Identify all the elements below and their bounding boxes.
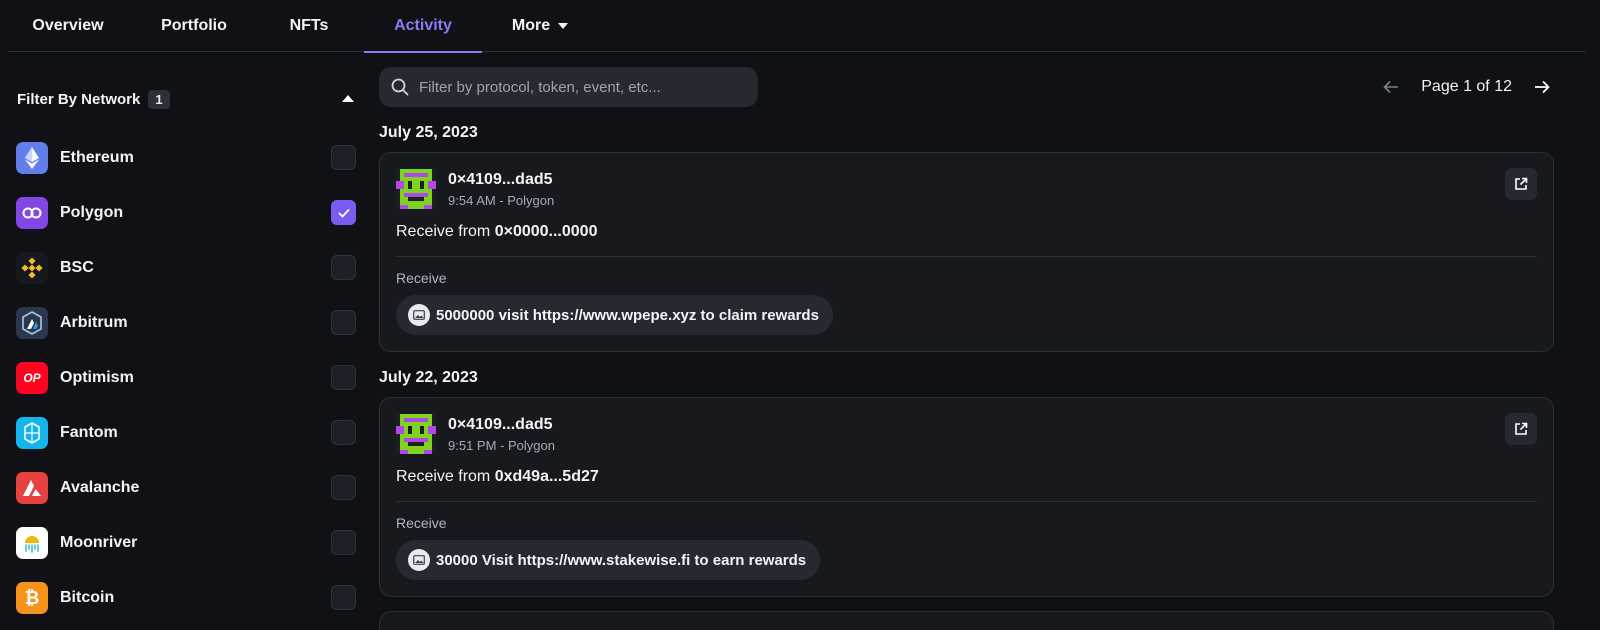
- network-label: Fantom: [60, 424, 118, 441]
- search-input[interactable]: [419, 78, 739, 96]
- network-checkbox[interactable]: [331, 365, 356, 390]
- token-pill[interactable]: 5000000 visit https://www.wpepe.xyz to c…: [396, 295, 833, 335]
- sender-address[interactable]: 0×0000...0000: [495, 223, 598, 240]
- search-icon: [391, 78, 409, 96]
- activity-card: 0×4109...dad5 9:54 AM - Polygon Receive …: [379, 152, 1554, 352]
- token-label: 5000000 visit https://www.wpepe.xyz to c…: [436, 306, 819, 324]
- filter-header: Filter By Network 1: [17, 84, 362, 114]
- tab-portfolio[interactable]: Portfolio: [138, 0, 250, 52]
- filter-count-badge: 1: [148, 89, 170, 109]
- sender-address[interactable]: 0xd49a...5d27: [495, 468, 599, 485]
- next-page-button[interactable]: [1534, 80, 1550, 94]
- network-label: Moonriver: [60, 534, 138, 551]
- tab-more[interactable]: More: [500, 0, 580, 52]
- activity-meta: 9:54 AM - Polygon: [448, 193, 555, 208]
- description-prefix: Receive from: [396, 468, 491, 485]
- activity-description: Receive from 0xd49a...5d27: [396, 468, 599, 486]
- external-link-icon: [1515, 422, 1528, 435]
- activity-meta: 9:51 PM - Polygon: [448, 438, 555, 453]
- wallet-address: 0×4109...dad5: [448, 416, 553, 433]
- network-label: Arbitrum: [60, 314, 128, 331]
- moonriver-icon: [16, 527, 48, 559]
- optimism-icon: OP: [16, 362, 48, 394]
- avalanche-icon: [16, 472, 48, 504]
- tab-activity[interactable]: Activity: [364, 0, 482, 53]
- description-prefix: Receive from: [396, 223, 491, 240]
- date-heading: July 25, 2023: [379, 124, 478, 141]
- bsc-icon: [16, 252, 48, 284]
- activity-card: [379, 611, 1554, 630]
- network-checkbox[interactable]: [331, 255, 356, 280]
- network-item-optimism[interactable]: OP Optimism: [16, 361, 356, 395]
- polygon-icon: [16, 197, 48, 229]
- open-external-button[interactable]: [1505, 168, 1537, 200]
- network-label: Ethereum: [60, 149, 134, 166]
- arrow-left-icon: [1383, 80, 1399, 94]
- network-label: Polygon: [60, 204, 124, 221]
- network-item-ethereum[interactable]: Ethereum: [16, 141, 356, 175]
- network-item-polygon[interactable]: Polygon: [16, 196, 356, 230]
- tab-more-label: More: [511, 17, 551, 34]
- pagination: Page 1 of 12: [1383, 72, 1550, 102]
- image-icon: [408, 304, 430, 326]
- divider: [396, 501, 1537, 502]
- image-icon: [408, 549, 430, 571]
- network-label: Avalanche: [60, 479, 140, 496]
- network-checkbox[interactable]: [331, 475, 356, 500]
- network-checkbox[interactable]: [331, 420, 356, 445]
- page-indicator: Page 1 of 12: [1421, 78, 1512, 95]
- top-nav: Overview Portfolio NFTs Activity More: [8, 0, 1586, 53]
- network-item-avalanche[interactable]: Avalanche: [16, 471, 356, 505]
- external-link-icon: [1515, 177, 1528, 190]
- avatar: [396, 169, 436, 209]
- avatar: [396, 414, 436, 454]
- network-checkbox[interactable]: [331, 585, 356, 610]
- network-label: Optimism: [60, 369, 134, 386]
- network-checkbox[interactable]: [331, 310, 356, 335]
- token-pill[interactable]: 30000 Visit https://www.stakewise.fi to …: [396, 540, 821, 580]
- network-label: BSC: [60, 259, 94, 276]
- activity-description: Receive from 0×0000...0000: [396, 223, 597, 241]
- network-item-fantom[interactable]: Fantom: [16, 416, 356, 450]
- section-label: Receive: [396, 270, 447, 286]
- network-item-bsc[interactable]: BSC: [16, 251, 356, 285]
- tab-overview[interactable]: Overview: [22, 0, 114, 52]
- prev-page-button[interactable]: [1383, 80, 1399, 94]
- search-bar: [379, 67, 758, 107]
- network-label: Bitcoin: [60, 589, 115, 606]
- network-checkbox-checked[interactable]: [331, 200, 356, 225]
- check-icon: [337, 208, 350, 218]
- filter-title: Filter By Network: [17, 90, 141, 108]
- arbitrum-icon: [16, 307, 48, 339]
- ethereum-icon: [16, 142, 48, 174]
- tab-nfts[interactable]: NFTs: [264, 0, 354, 52]
- fantom-icon: [16, 417, 48, 449]
- network-item-arbitrum[interactable]: Arbitrum: [16, 306, 356, 340]
- arrow-right-icon: [1535, 80, 1550, 94]
- date-heading: July 22, 2023: [379, 369, 478, 386]
- network-checkbox[interactable]: [331, 145, 356, 170]
- section-label: Receive: [396, 515, 447, 531]
- network-checkbox[interactable]: [331, 530, 356, 555]
- collapse-caret-icon[interactable]: [342, 95, 354, 102]
- divider: [396, 256, 1537, 257]
- wallet-address: 0×4109...dad5: [448, 171, 553, 188]
- bitcoin-icon: ₿: [16, 582, 48, 614]
- activity-card: 0×4109...dad5 9:51 PM - Polygon Receive …: [379, 397, 1554, 597]
- chevron-down-icon: [558, 23, 569, 29]
- network-item-bitcoin[interactable]: ₿ Bitcoin: [16, 581, 356, 615]
- token-label: 30000 Visit https://www.stakewise.fi to …: [436, 551, 807, 569]
- open-external-button[interactable]: [1505, 413, 1537, 445]
- network-item-moonriver[interactable]: Moonriver: [16, 526, 356, 560]
